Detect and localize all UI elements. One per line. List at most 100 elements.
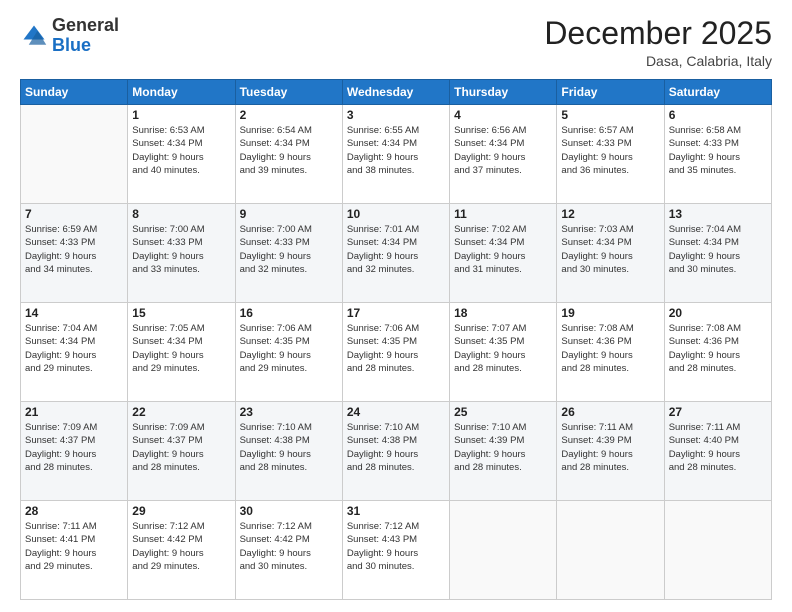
day-info: Sunrise: 7:12 AM Sunset: 4:43 PM Dayligh… — [347, 520, 445, 573]
day-number: 24 — [347, 405, 445, 419]
day-info: Sunrise: 6:54 AM Sunset: 4:34 PM Dayligh… — [240, 124, 338, 177]
day-cell: 31Sunrise: 7:12 AM Sunset: 4:43 PM Dayli… — [342, 501, 449, 600]
day-info: Sunrise: 7:05 AM Sunset: 4:34 PM Dayligh… — [132, 322, 230, 375]
day-cell: 26Sunrise: 7:11 AM Sunset: 4:39 PM Dayli… — [557, 402, 664, 501]
day-cell — [557, 501, 664, 600]
week-row-1: 1 Sunrise: 6:53 AM Sunset: 4:34 PM Daylig… — [21, 105, 772, 204]
day-cell: 2 Sunrise: 6:54 AM Sunset: 4:34 PM Daylig… — [235, 105, 342, 204]
col-header-wednesday: Wednesday — [342, 80, 449, 105]
day-cell: 24 Sunrise: 7:10 AM Sunset: 4:38 PM Dayli… — [342, 402, 449, 501]
day-info: Sunrise: 7:09 AM Sunset: 4:37 PM Dayligh… — [25, 421, 123, 474]
day-info: Sunrise: 7:04 AM Sunset: 4:34 PM Dayligh… — [669, 223, 767, 276]
day-info: Sunrise: 7:12 AM Sunset: 4:42 PM Dayligh… — [132, 520, 230, 573]
day-cell: 30Sunrise: 7:12 AM Sunset: 4:42 PM Dayli… — [235, 501, 342, 600]
day-cell: 18Sunrise: 7:07 AM Sunset: 4:35 PM Dayli… — [450, 303, 557, 402]
day-info: Sunrise: 7:10 AM Sunset: 4:38 PM Dayligh… — [347, 421, 445, 474]
day-number: 23 — [240, 405, 338, 419]
day-number: 8 — [132, 207, 230, 221]
title-block: December 2025 Dasa, Calabria, Italy — [544, 16, 772, 69]
day-info: Sunrise: 6:58 AM Sunset: 4:33 PM Dayligh… — [669, 124, 767, 177]
day-cell: 12Sunrise: 7:03 AM Sunset: 4:34 PM Dayli… — [557, 204, 664, 303]
logo-general-text: General — [52, 15, 119, 35]
day-cell: 10 Sunrise: 7:01 AM Sunset: 4:34 PM Dayli… — [342, 204, 449, 303]
day-cell: 4 Sunrise: 6:56 AM Sunset: 4:34 PM Daylig… — [450, 105, 557, 204]
day-cell: 9 Sunrise: 7:00 AM Sunset: 4:33 PM Daylig… — [235, 204, 342, 303]
day-number: 6 — [669, 108, 767, 122]
day-info: Sunrise: 7:02 AM Sunset: 4:34 PM Dayligh… — [454, 223, 552, 276]
day-number: 9 — [240, 207, 338, 221]
day-info: Sunrise: 6:59 AM Sunset: 4:33 PM Dayligh… — [25, 223, 123, 276]
day-info: Sunrise: 7:00 AM Sunset: 4:33 PM Dayligh… — [240, 223, 338, 276]
logo-icon — [20, 22, 48, 50]
day-info: Sunrise: 6:53 AM Sunset: 4:34 PM Dayligh… — [132, 124, 230, 177]
col-header-monday: Monday — [128, 80, 235, 105]
day-cell: 25 Sunrise: 7:10 AM Sunset: 4:39 PM Dayli… — [450, 402, 557, 501]
day-info: Sunrise: 7:11 AM Sunset: 4:40 PM Dayligh… — [669, 421, 767, 474]
week-row-4: 21Sunrise: 7:09 AM Sunset: 4:37 PM Dayli… — [21, 402, 772, 501]
day-cell: 19Sunrise: 7:08 AM Sunset: 4:36 PM Dayli… — [557, 303, 664, 402]
day-info: Sunrise: 7:10 AM Sunset: 4:39 PM Dayligh… — [454, 421, 552, 474]
day-number: 2 — [240, 108, 338, 122]
month-title: December 2025 — [544, 16, 772, 51]
day-number: 26 — [561, 405, 659, 419]
day-number: 4 — [454, 108, 552, 122]
day-number: 16 — [240, 306, 338, 320]
calendar-header: SundayMondayTuesdayWednesdayThursdayFrid… — [21, 80, 772, 105]
day-cell: 13Sunrise: 7:04 AM Sunset: 4:34 PM Dayli… — [664, 204, 771, 303]
day-cell: 16 Sunrise: 7:06 AM Sunset: 4:35 PM Dayli… — [235, 303, 342, 402]
day-cell: 15 Sunrise: 7:05 AM Sunset: 4:34 PM Dayli… — [128, 303, 235, 402]
day-info: Sunrise: 6:57 AM Sunset: 4:33 PM Dayligh… — [561, 124, 659, 177]
col-header-thursday: Thursday — [450, 80, 557, 105]
day-number: 3 — [347, 108, 445, 122]
day-info: Sunrise: 7:07 AM Sunset: 4:35 PM Dayligh… — [454, 322, 552, 375]
col-header-sunday: Sunday — [21, 80, 128, 105]
day-cell: 6 Sunrise: 6:58 AM Sunset: 4:33 PM Daylig… — [664, 105, 771, 204]
location-title: Dasa, Calabria, Italy — [544, 53, 772, 69]
day-number: 7 — [25, 207, 123, 221]
logo: General Blue — [20, 16, 119, 56]
day-info: Sunrise: 6:56 AM Sunset: 4:34 PM Dayligh… — [454, 124, 552, 177]
day-info: Sunrise: 7:06 AM Sunset: 4:35 PM Dayligh… — [347, 322, 445, 375]
day-number: 27 — [669, 405, 767, 419]
day-number: 10 — [347, 207, 445, 221]
day-cell: 22Sunrise: 7:09 AM Sunset: 4:37 PM Dayli… — [128, 402, 235, 501]
calendar-body: 1 Sunrise: 6:53 AM Sunset: 4:34 PM Daylig… — [21, 105, 772, 600]
logo-blue-text: Blue — [52, 35, 91, 55]
day-number: 25 — [454, 405, 552, 419]
day-number: 12 — [561, 207, 659, 221]
header-row: SundayMondayTuesdayWednesdayThursdayFrid… — [21, 80, 772, 105]
day-info: Sunrise: 6:55 AM Sunset: 4:34 PM Dayligh… — [347, 124, 445, 177]
day-number: 14 — [25, 306, 123, 320]
day-cell: 1 Sunrise: 6:53 AM Sunset: 4:34 PM Daylig… — [128, 105, 235, 204]
day-number: 11 — [454, 207, 552, 221]
day-cell: 14Sunrise: 7:04 AM Sunset: 4:34 PM Dayli… — [21, 303, 128, 402]
day-cell: 5 Sunrise: 6:57 AM Sunset: 4:33 PM Daylig… — [557, 105, 664, 204]
day-cell: 29 Sunrise: 7:12 AM Sunset: 4:42 PM Dayli… — [128, 501, 235, 600]
day-number: 17 — [347, 306, 445, 320]
day-cell: 23 Sunrise: 7:10 AM Sunset: 4:38 PM Dayli… — [235, 402, 342, 501]
day-number: 1 — [132, 108, 230, 122]
day-cell: 28Sunrise: 7:11 AM Sunset: 4:41 PM Dayli… — [21, 501, 128, 600]
day-info: Sunrise: 7:11 AM Sunset: 4:41 PM Dayligh… — [25, 520, 123, 573]
day-info: Sunrise: 7:09 AM Sunset: 4:37 PM Dayligh… — [132, 421, 230, 474]
day-number: 19 — [561, 306, 659, 320]
header: General Blue December 2025 Dasa, Calabri… — [20, 16, 772, 69]
day-number: 5 — [561, 108, 659, 122]
day-cell: 20Sunrise: 7:08 AM Sunset: 4:36 PM Dayli… — [664, 303, 771, 402]
day-number: 30 — [240, 504, 338, 518]
calendar-table: SundayMondayTuesdayWednesdayThursdayFrid… — [20, 79, 772, 600]
week-row-3: 14Sunrise: 7:04 AM Sunset: 4:34 PM Dayli… — [21, 303, 772, 402]
day-info: Sunrise: 7:00 AM Sunset: 4:33 PM Dayligh… — [132, 223, 230, 276]
day-cell: 3 Sunrise: 6:55 AM Sunset: 4:34 PM Daylig… — [342, 105, 449, 204]
day-info: Sunrise: 7:06 AM Sunset: 4:35 PM Dayligh… — [240, 322, 338, 375]
day-number: 29 — [132, 504, 230, 518]
day-number: 15 — [132, 306, 230, 320]
day-cell — [450, 501, 557, 600]
day-info: Sunrise: 7:10 AM Sunset: 4:38 PM Dayligh… — [240, 421, 338, 474]
day-info: Sunrise: 7:01 AM Sunset: 4:34 PM Dayligh… — [347, 223, 445, 276]
day-cell: 27 Sunrise: 7:11 AM Sunset: 4:40 PM Dayli… — [664, 402, 771, 501]
col-header-saturday: Saturday — [664, 80, 771, 105]
day-cell: 8 Sunrise: 7:00 AM Sunset: 4:33 PM Daylig… — [128, 204, 235, 303]
logo-text: General Blue — [52, 16, 119, 56]
col-header-tuesday: Tuesday — [235, 80, 342, 105]
